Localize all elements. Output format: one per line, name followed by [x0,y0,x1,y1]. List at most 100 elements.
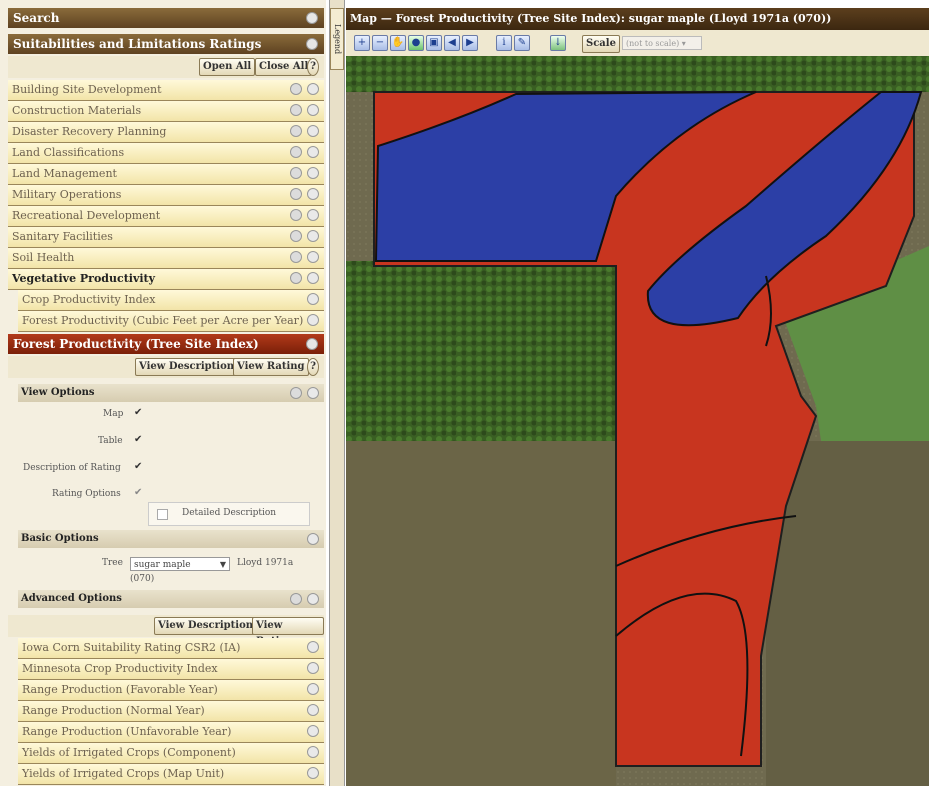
collapse-icon[interactable] [306,12,318,24]
measure-icon[interactable]: ✎ [514,35,530,51]
rating-options-checkbox[interactable]: ✔ [134,487,142,498]
zoom-in-icon[interactable]: + [354,35,370,51]
category-row[interactable]: Vegetative Productivity [8,269,324,290]
basic-options-header[interactable]: Basic Options [18,530,324,548]
vegetative-item-label: Crop Productivity Index [22,293,156,306]
expand-icon[interactable] [307,251,319,263]
help-icon[interactable] [290,125,302,137]
collapse-icon[interactable] [307,593,319,605]
collapse-icon[interactable] [306,338,318,350]
expand-icon[interactable] [307,704,319,716]
zoom-out-icon[interactable]: − [372,35,388,51]
category-row[interactable]: Building Site Development [8,80,324,101]
view-description-button-2[interactable]: View Description [154,617,258,635]
rating-item-row[interactable]: Range Production (Unfavorable Year) [18,722,324,743]
legend-tab[interactable]: Legend [330,8,344,70]
expand-icon[interactable] [307,188,319,200]
rating-item-row[interactable]: Range Production (Favorable Year) [18,680,324,701]
collapse-icon[interactable] [307,387,319,399]
search-header[interactable]: Search [8,8,324,28]
detailed-description-checkbox[interactable] [157,509,168,520]
view-options-header[interactable]: View Options [18,384,324,402]
table-checkbox[interactable]: ✔ [134,434,142,445]
help-icon[interactable] [290,167,302,179]
back-icon[interactable]: ◀ [444,35,460,51]
help-icon[interactable] [290,209,302,221]
view-description-button[interactable]: View Description [135,358,239,376]
map-view[interactable] [346,56,929,786]
expand-icon[interactable] [307,272,319,284]
category-row[interactable]: Land Management [8,164,324,185]
help-icon[interactable] [290,188,302,200]
description-checkbox[interactable]: ✔ [134,461,142,472]
help-icon[interactable]: ? [307,58,319,76]
help-icon[interactable]: ? [307,358,319,376]
table-option-label: Table [98,436,123,446]
expand-icon[interactable] [307,683,319,695]
category-row[interactable]: Land Classifications [8,143,324,164]
expand-icon[interactable] [307,167,319,179]
expand-icon[interactable] [307,725,319,737]
expand-icon[interactable] [307,125,319,137]
category-row[interactable]: Construction Materials [8,101,324,122]
scale-button[interactable]: Scale [582,35,620,53]
category-row[interactable]: Recreational Development [8,206,324,227]
rating-item-row[interactable]: Yields of Irrigated Crops (Component) [18,743,324,764]
category-row[interactable]: Soil Health [8,248,324,269]
forward-icon[interactable]: ▶ [462,35,478,51]
help-icon[interactable] [290,251,302,263]
expand-icon[interactable] [307,662,319,674]
map-canvas[interactable] [346,56,929,786]
rating-item-row[interactable]: Range Production (Normal Year) [18,701,324,722]
panel-divider[interactable] [329,0,345,786]
tree-select[interactable]: sugar maple ▼ [130,557,230,571]
vegetative-item-row[interactable]: Crop Productivity Index [18,290,324,311]
expand-icon[interactable] [307,746,319,758]
expand-icon[interactable] [307,314,319,326]
expand-icon[interactable] [307,209,319,221]
expand-icon[interactable] [307,641,319,653]
expand-icon[interactable] [307,83,319,95]
vegetative-item-row[interactable]: Forest Productivity (Cubic Feet per Acre… [18,311,324,332]
advanced-options-header[interactable]: Advanced Options [18,590,324,608]
expand-icon[interactable] [307,293,319,305]
category-label: Construction Materials [12,104,142,117]
rating-item-row[interactable]: Yields of Irrigated Crops (Map Unit) [18,764,324,785]
help-icon[interactable] [290,230,302,242]
open-all-button[interactable]: Open All [199,58,256,76]
advanced-options-label: Advanced Options [21,593,122,604]
expand-icon[interactable] [307,146,319,158]
category-row[interactable]: Sanitary Facilities [8,227,324,248]
suitabilities-header[interactable]: Suitabilities and Limitations Ratings [8,34,324,54]
rating-item-row[interactable]: Iowa Corn Suitability Rating CSR2 (IA) [18,638,324,659]
collapse-icon[interactable] [307,533,319,545]
full-extent-icon[interactable]: ● [408,35,424,51]
help-icon[interactable] [290,593,302,605]
help-icon[interactable] [290,387,302,399]
close-all-button[interactable]: Close All [255,58,313,76]
collapse-icon[interactable] [306,38,318,50]
expand-icon[interactable] [307,767,319,779]
scale-select[interactable]: (not to scale) ▾ [622,36,702,50]
open-close-row: Open All Close All ? [8,56,324,78]
view-rating-button[interactable]: View Rating [233,358,309,376]
suitabilities-header-label: Suitabilities and Limitations Ratings [13,37,262,51]
selected-rating-header[interactable]: Forest Productivity (Tree Site Index) [8,334,324,354]
expand-icon[interactable] [307,104,319,116]
rating-item-row[interactable]: Minnesota Crop Productivity Index [18,659,324,680]
info-icon[interactable]: i [496,35,512,51]
tree-label: Tree [102,558,123,568]
category-row[interactable]: Military Operations [8,185,324,206]
zoom-box-icon[interactable]: ▣ [426,35,442,51]
help-icon[interactable] [290,272,302,284]
view-rating-button-2[interactable]: View Rating [252,617,324,647]
expand-icon[interactable] [307,230,319,242]
export-icon[interactable]: ↓ [550,35,566,51]
help-icon[interactable] [290,104,302,116]
help-icon[interactable] [290,83,302,95]
category-row[interactable]: Disaster Recovery Planning [8,122,324,143]
pan-icon[interactable]: ✋ [390,35,406,51]
rating-item-label: Minnesota Crop Productivity Index [22,662,218,675]
map-checkbox[interactable]: ✔ [134,407,142,418]
help-icon[interactable] [290,146,302,158]
